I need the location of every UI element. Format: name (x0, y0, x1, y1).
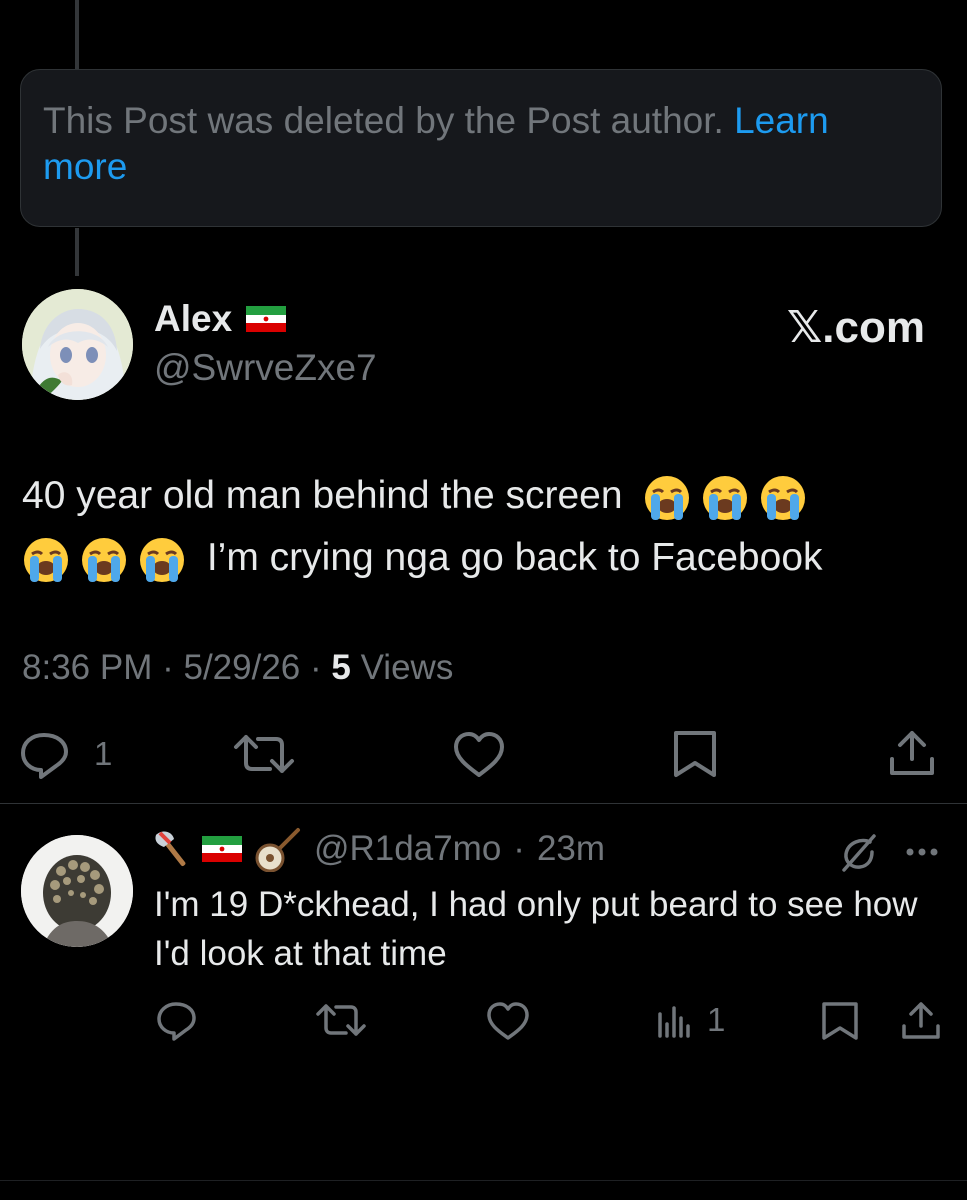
post-date[interactable]: 5/29/26 (183, 648, 300, 687)
avatar[interactable] (22, 289, 133, 400)
reply-text: I'm 19 D*ckhead, I had only put beard to… (154, 885, 918, 973)
reply-action-bar (157, 1002, 940, 1041)
repost-icon[interactable] (316, 1004, 366, 1036)
thread-line (75, 0, 79, 70)
meta-separator: · (310, 648, 322, 687)
iran-flag-icon (202, 836, 242, 862)
loudly-crying-face-icon (645, 475, 690, 520)
deleted-post-notice: This Post was deleted by the Post author… (20, 69, 942, 227)
views-label: Views (360, 648, 454, 687)
post-time[interactable]: 8:36 PM (22, 648, 152, 687)
reply-header-actions (842, 834, 938, 872)
reply-header: @R1da7mo · 23m (154, 826, 605, 872)
post-text: 40 year old man behind the screen I’m cr… (22, 465, 952, 589)
x-brand-watermark: 𝕏.com (786, 303, 925, 352)
reply-icon[interactable] (21, 733, 68, 779)
divider (0, 803, 967, 804)
post-meta: 8:36 PM · 5/29/26 · 5 Views (22, 648, 453, 688)
reply-icon[interactable] (157, 1002, 196, 1041)
bookmark-icon[interactable] (822, 1002, 858, 1040)
anime-avatar-image (22, 289, 133, 400)
display-name[interactable]: Alex (154, 298, 232, 340)
post-text-line-1: 40 year old man behind the screen (22, 474, 623, 517)
loudly-crying-face-icon (82, 537, 126, 582)
reply-views-count: 1 (707, 1001, 726, 1038)
loudly-crying-face-icon (24, 537, 68, 582)
curly-hair-avatar-image (21, 835, 133, 947)
loudly-crying-face-icon (761, 475, 806, 520)
repost-icon[interactable] (234, 735, 294, 773)
thread-line (75, 228, 79, 276)
reply-handle[interactable]: @R1da7mo (314, 829, 501, 869)
reply-count: 1 (94, 735, 113, 772)
share-icon[interactable] (902, 1002, 940, 1039)
reply-separator: · (513, 829, 525, 868)
iran-flag-icon (246, 306, 287, 332)
like-icon[interactable] (487, 1002, 529, 1040)
grok-icon[interactable] (842, 834, 876, 872)
meta-separator: · (162, 648, 174, 687)
more-options-icon[interactable] (906, 848, 938, 856)
author-row: Alex (154, 298, 287, 340)
loudly-crying-face-icon (140, 537, 184, 582)
divider (0, 1180, 967, 1181)
axe-icon (155, 831, 186, 867)
like-icon[interactable] (454, 732, 504, 777)
post-action-bar (21, 731, 934, 779)
share-icon[interactable] (890, 731, 934, 775)
previous-post-actions (837, 0, 839, 1)
reply-age[interactable]: 23m (537, 829, 605, 869)
banjo-icon (255, 828, 300, 872)
deleted-notice-text: This Post was deleted by the Post author… (43, 100, 724, 141)
author-handle[interactable]: @SwrveZxe7 (154, 347, 377, 389)
views-icon[interactable] (658, 1006, 690, 1038)
avatar[interactable] (21, 835, 133, 947)
views-count[interactable]: 5 (331, 648, 350, 687)
loudly-crying-face-icon (703, 475, 748, 520)
bookmark-icon[interactable] (674, 731, 716, 777)
post-text-line-2: I’m crying nga go back to Facebook (206, 536, 823, 579)
